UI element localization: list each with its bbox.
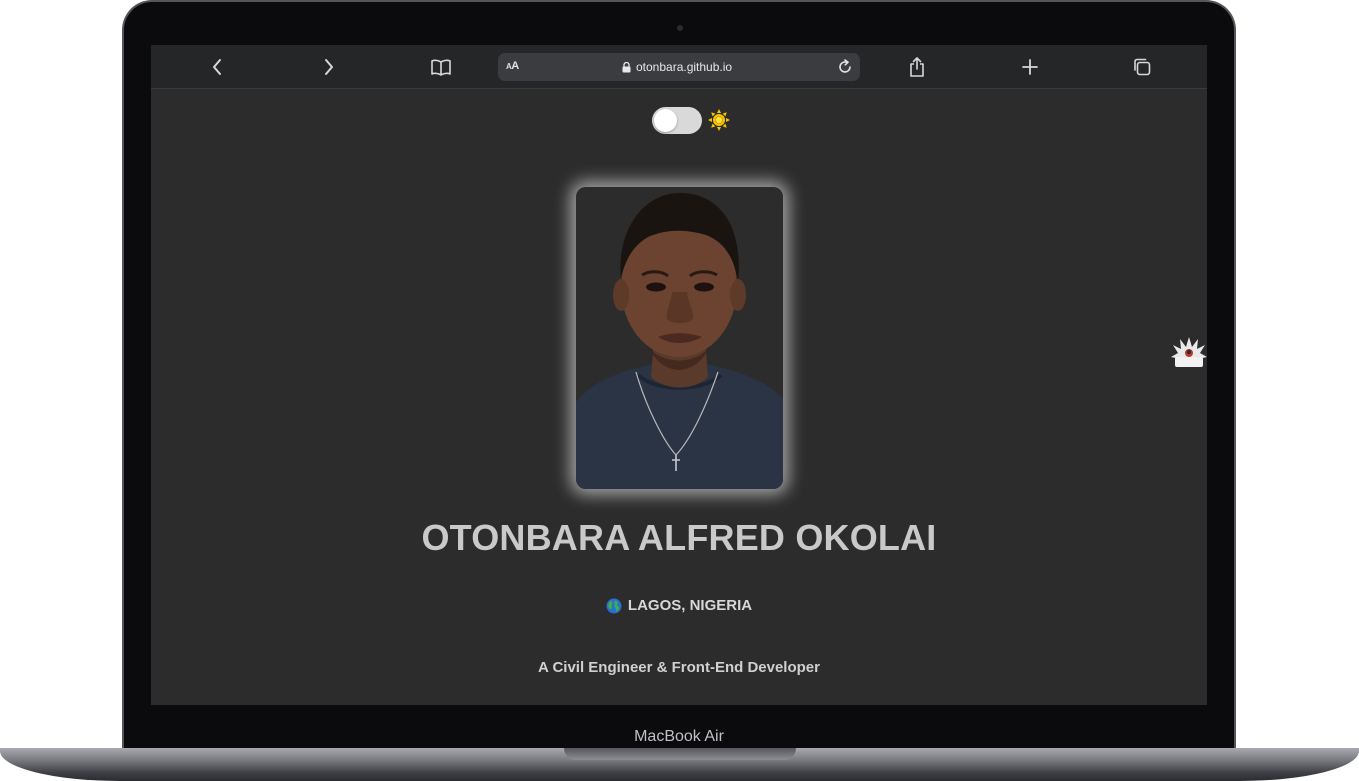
bookmarks-button[interactable] [429, 55, 453, 79]
spiky-logo-icon[interactable] [1171, 335, 1207, 369]
profile-photo [576, 187, 783, 489]
share-icon [910, 57, 924, 77]
forward-button[interactable] [317, 55, 341, 79]
text-size-button[interactable]: AA [506, 60, 519, 72]
location: LAGOS, NIGERIA [151, 597, 1207, 614]
reload-icon [839, 59, 851, 73]
browser-screen: AA otonbara.github.io OTONBARA ALFRED OK… [151, 45, 1207, 705]
lock-icon [622, 61, 631, 72]
new-tab-button[interactable] [1018, 55, 1042, 79]
toggle-knob [654, 109, 677, 132]
camera [677, 25, 683, 31]
back-button[interactable] [205, 55, 229, 79]
theme-toggle[interactable] [652, 107, 702, 134]
profile-name: OTONBARA ALFRED OKOLAI [421, 517, 937, 558]
address-bar[interactable]: AA otonbara.github.io [498, 53, 860, 81]
globe-icon [606, 598, 622, 613]
share-button[interactable] [905, 55, 929, 79]
laptop-mockup: AA otonbara.github.io OTONBARA ALFRED OK… [0, 0, 1359, 781]
profile-photo-illustration [576, 187, 783, 489]
tagline: A Civil Engineer & Front-End Developer [538, 659, 820, 676]
sun-icon [708, 109, 730, 131]
laptop-notch [564, 748, 796, 760]
url-display[interactable]: otonbara.github.io [622, 60, 732, 74]
reload-button[interactable] [834, 56, 856, 78]
device-label: MacBook Air [634, 728, 724, 745]
tabs-button[interactable] [1130, 55, 1154, 79]
plus-icon [1022, 59, 1038, 75]
chevron-right-icon [325, 59, 333, 75]
tabs-icon [1134, 58, 1151, 76]
book-icon [431, 59, 451, 76]
location-text: LAGOS, NIGERIA [627, 597, 753, 614]
url-text: otonbara.github.io [636, 60, 733, 74]
browser-toolbar: AA otonbara.github.io [151, 45, 1207, 89]
chevron-left-icon [213, 59, 221, 75]
